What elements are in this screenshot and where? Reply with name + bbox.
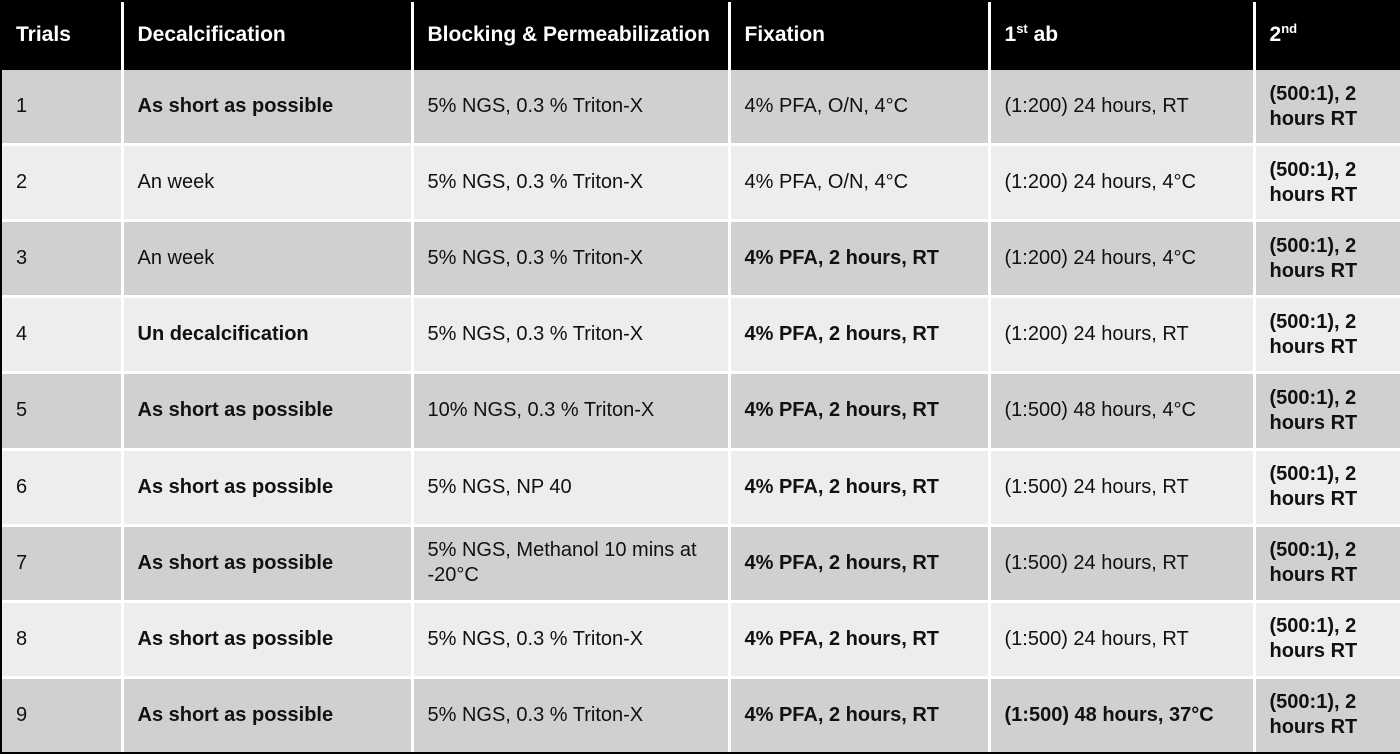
table-row: 7 As short as possible 5% NGS, Methanol 10… <box>2 525 1400 603</box>
protocol-table-container: Trials Decalcification Blocking & Permea… <box>0 0 1400 754</box>
second-antibody-value: (500:1), 2 hours RT <box>1254 372 1400 451</box>
blocking-value: 5% NGS, 0.3 % Triton-X <box>412 677 731 752</box>
blocking-value: 5% NGS, Methanol 10 mins at -20°C <box>412 525 731 603</box>
blocking-value: 5% NGS, 0.3 % Triton-X <box>412 70 731 147</box>
fixation-value: 4% PFA, O/N, 4°C <box>729 144 991 223</box>
first-antibody-value: (1:500) 48 hours, 37°C <box>989 677 1256 752</box>
trial-number: 6 <box>2 449 124 527</box>
second-antibody-value: (500:1), 2 hours RT <box>1254 677 1400 752</box>
trial-number: 4 <box>2 296 124 375</box>
blocking-value: 5% NGS, NP 40 <box>412 449 731 527</box>
second-antibody-value: (500:1), 2 hours RT <box>1254 601 1400 679</box>
second-antibody-value: (500:1), 2 hours RT <box>1254 296 1400 375</box>
fixation-value: 4% PFA, 2 hours, RT <box>729 449 991 527</box>
column-header-decalcification: Decalcification <box>122 2 414 70</box>
immunostaining-trials-table: Trials Decalcification Blocking & Permea… <box>2 2 1400 752</box>
blocking-value: 5% NGS, 0.3 % Triton-X <box>412 144 731 223</box>
table-row: 9 As short as possible 5% NGS, 0.3 % Trito… <box>2 677 1400 752</box>
trial-number: 3 <box>2 220 124 299</box>
first-antibody-value: (1:500) 48 hours, 4°C <box>989 372 1256 451</box>
fixation-value: 4% PFA, 2 hours, RT <box>729 372 991 451</box>
trial-number: 2 <box>2 144 124 223</box>
second-antibody-value: (500:1), 2 hours RT <box>1254 449 1400 527</box>
second-ab-number: 2 <box>1269 23 1282 47</box>
column-header-first-antibody: 1st ab <box>989 2 1256 70</box>
table-row: 8 As short as possible 5% NGS, 0.3 % Trito… <box>2 601 1400 679</box>
blocking-value: 10% NGS, 0.3 % Triton-X <box>412 372 731 451</box>
blocking-value: 5% NGS, 0.3 % Triton-X <box>412 601 731 679</box>
first-antibody-value: (1:200) 24 hours, 4°C <box>989 220 1256 299</box>
column-header-fixation: Fixation <box>729 2 991 70</box>
decalcification-value: Un decalcification <box>122 296 414 375</box>
fixation-value: 4% PFA, 2 hours, RT <box>729 525 991 603</box>
table-row: 3 An week 5% NGS, 0.3 % Triton-X 4% PFA, 2 … <box>2 220 1400 299</box>
fixation-value: 4% PFA, 2 hours, RT <box>729 601 991 679</box>
second-antibody-value: (500:1), 2 hours RT <box>1254 70 1400 147</box>
trial-number: 1 <box>2 70 124 147</box>
trial-number: 9 <box>2 677 124 752</box>
decalcification-value: As short as possible <box>122 677 414 752</box>
decalcification-value: As short as possible <box>122 449 414 527</box>
second-ab-ordinal-suffix: nd <box>1281 21 1298 37</box>
blocking-value: 5% NGS, 0.3 % Triton-X <box>412 220 731 299</box>
fixation-value: 4% PFA, 2 hours, RT <box>729 677 991 752</box>
table-row: 6 As short as possible 5% NGS, NP 40 4% PFA… <box>2 449 1400 527</box>
second-antibody-value: (500:1), 2 hours RT <box>1254 525 1400 603</box>
table-header: Trials Decalcification Blocking & Permea… <box>2 2 1400 70</box>
fixation-value: 4% PFA, O/N, 4°C <box>729 70 991 147</box>
decalcification-value: An week <box>122 220 414 299</box>
decalcification-value: As short as possible <box>122 525 414 603</box>
first-antibody-value: (1:500) 24 hours, RT <box>989 525 1256 603</box>
first-antibody-value: (1:500) 24 hours, RT <box>989 449 1256 527</box>
decalcification-value: An week <box>122 144 414 223</box>
first-ab-number: 1 <box>1004 23 1017 47</box>
first-ab-ordinal-suffix: st <box>1016 21 1028 37</box>
first-antibody-value: (1:500) 24 hours, RT <box>989 601 1256 679</box>
trial-number: 5 <box>2 372 124 451</box>
column-header-trials: Trials <box>2 2 124 70</box>
first-antibody-value: (1:200) 24 hours, 4°C <box>989 144 1256 223</box>
first-antibody-value: (1:200) 24 hours, RT <box>989 296 1256 375</box>
trial-number: 7 <box>2 525 124 603</box>
table-row: 5 As short as possible 10% NGS, 0.3 % Trit… <box>2 372 1400 451</box>
column-header-second-antibody: 2nd <box>1254 2 1400 70</box>
second-antibody-value: (500:1), 2 hours RT <box>1254 220 1400 299</box>
table-row: 1 As short as possible 5% NGS, 0.3 % Trito… <box>2 70 1400 147</box>
table-body: 1 As short as possible 5% NGS, 0.3 % Trito… <box>2 70 1400 752</box>
decalcification-value: As short as possible <box>122 70 414 147</box>
second-antibody-value: (500:1), 2 hours RT <box>1254 144 1400 223</box>
decalcification-value: As short as possible <box>122 372 414 451</box>
blocking-value: 5% NGS, 0.3 % Triton-X <box>412 296 731 375</box>
first-ab-text: ab <box>1027 23 1059 47</box>
first-antibody-value: (1:200) 24 hours, RT <box>989 70 1256 147</box>
fixation-value: 4% PFA, 2 hours, RT <box>729 296 991 375</box>
table-row: 4 Un decalcification 5% NGS, 0.3 % Triton-… <box>2 296 1400 375</box>
decalcification-value: As short as possible <box>122 601 414 679</box>
table-row: 2 An week 5% NGS, 0.3 % Triton-X 4% PFA, O/… <box>2 144 1400 223</box>
trial-number: 8 <box>2 601 124 679</box>
header-row: Trials Decalcification Blocking & Permea… <box>2 2 1400 70</box>
column-header-blocking-permeabilization: Blocking & Permeabilization <box>412 2 731 70</box>
fixation-value: 4% PFA, 2 hours, RT <box>729 220 991 299</box>
